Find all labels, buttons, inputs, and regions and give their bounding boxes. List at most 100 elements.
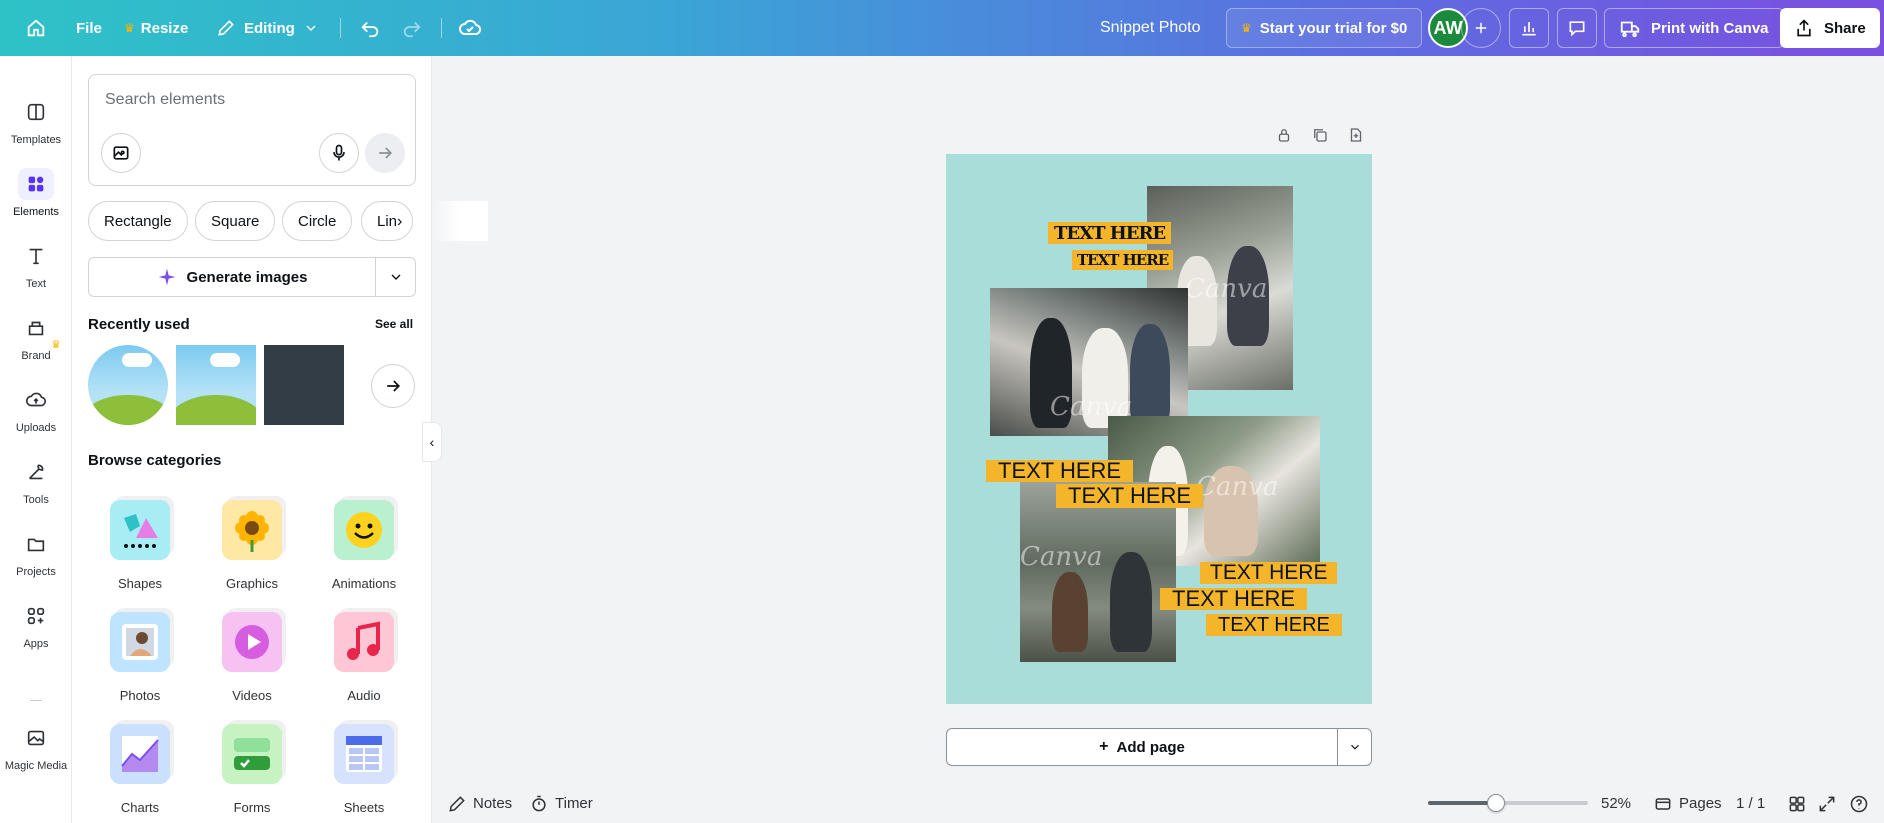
collage-photo[interactable]: Canva: [990, 288, 1188, 436]
rail-item-brand[interactable]: Brand: [0, 306, 72, 368]
print-with-canva-button[interactable]: Print with Canva: [1604, 8, 1784, 48]
recent-item-square[interactable]: [176, 345, 256, 425]
add-page-icon: [1350, 128, 1362, 142]
duplicate-icon: [1314, 129, 1327, 142]
category-animations[interactable]: Animations: [314, 498, 414, 598]
top-bar: File ♛ Resize Editing Snippet Photo ♛ St…: [0, 0, 1884, 56]
rail-item-projects[interactable]: Projects: [0, 522, 72, 584]
file-menu-button[interactable]: File: [66, 8, 112, 48]
voice-search-button[interactable]: [319, 133, 359, 173]
timer-button[interactable]: Timer: [529, 784, 593, 823]
toolbar-divider: [340, 18, 341, 38]
notes-button[interactable]: Notes: [447, 784, 512, 823]
microphone-icon: [333, 144, 345, 161]
rail-item-magic-media[interactable]: Magic Media: [0, 716, 72, 778]
crown-icon: ♛: [124, 21, 135, 35]
image-search-button[interactable]: [101, 133, 141, 173]
pages-button[interactable]: Pages: [1653, 784, 1722, 823]
text-here-tag[interactable]: TEXT HERE: [986, 458, 1134, 483]
rail-item-elements[interactable]: Elements: [0, 162, 72, 224]
sheet-icon: [346, 736, 382, 772]
resize-label: Resize: [140, 19, 189, 37]
rail-item-tools[interactable]: Tools: [0, 450, 72, 512]
add-page-options-button[interactable]: [1337, 728, 1372, 766]
rail-label: Elements: [13, 206, 59, 218]
category-audio[interactable]: Audio: [314, 610, 414, 710]
zoom-level-button[interactable]: 52%: [1601, 784, 1631, 823]
document-title[interactable]: Snippet Photo: [1090, 8, 1211, 48]
insights-button[interactable]: [1509, 8, 1549, 48]
add-page-top-button[interactable]: [1344, 123, 1368, 147]
text-here-tag[interactable]: TEXT HERE: [1206, 614, 1342, 636]
save-status-button[interactable]: [452, 8, 488, 48]
recent-item-dark-square[interactable]: [264, 345, 344, 425]
category-graphics[interactable]: Graphics: [202, 498, 302, 598]
category-label: Sheets: [343, 800, 385, 815]
browse-categories-title: Browse categories: [88, 452, 222, 469]
left-rail: Templates Elements Text Brand ♛ Uploads …: [0, 56, 72, 823]
category-forms[interactable]: Forms: [202, 722, 302, 822]
comments-button[interactable]: [1557, 8, 1597, 48]
elements-icon: [28, 176, 44, 192]
search-input[interactable]: [89, 75, 415, 125]
generate-images-button[interactable]: Generate images: [88, 257, 376, 297]
chip-square[interactable]: Square: [195, 201, 276, 241]
rail-item-uploads[interactable]: Uploads: [0, 378, 72, 440]
smiley-icon: [346, 512, 382, 548]
category-charts[interactable]: Charts: [90, 722, 190, 822]
collapse-panel-button[interactable]: ‹: [422, 422, 442, 462]
rail-item-apps[interactable]: Apps: [0, 594, 72, 656]
text-here-tag[interactable]: TEXT HERE: [1200, 561, 1338, 584]
chip-circle[interactable]: Circle: [282, 201, 353, 241]
design-page[interactable]: Canva Canva Canva Canva TEXT HERE TEXT H…: [946, 154, 1372, 704]
rail-label: Apps: [23, 638, 49, 650]
category-label: Charts: [120, 800, 160, 815]
see-all-link[interactable]: See all: [375, 317, 413, 331]
start-trial-button[interactable]: ♛ Start your trial for $0: [1226, 8, 1423, 48]
bar-chart-icon: [1522, 22, 1536, 36]
category-sheets[interactable]: Sheets: [314, 722, 414, 822]
recent-item-circle[interactable]: [88, 345, 168, 425]
rail-item-templates[interactable]: Templates: [0, 90, 72, 152]
search-submit-button[interactable]: [365, 133, 405, 173]
lock-icon: [1278, 129, 1290, 142]
chip-rectangle[interactable]: Rectangle: [88, 201, 188, 241]
zoom-slider[interactable]: [1428, 794, 1588, 812]
editing-label: Editing: [244, 19, 295, 37]
fullscreen-button[interactable]: [1817, 784, 1837, 823]
redo-button[interactable]: [394, 8, 430, 48]
duplicate-page-button[interactable]: [1308, 123, 1332, 147]
page-indicator: 1 / 1: [1736, 795, 1766, 812]
text-here-tag[interactable]: TEXT HERE: [1056, 483, 1204, 508]
resize-button[interactable]: ♛ Resize: [114, 8, 198, 48]
timer-icon: [532, 795, 546, 811]
add-page-button[interactable]: + Add page: [946, 728, 1338, 766]
chip-line[interactable]: Lin: [361, 201, 414, 241]
photo-icon: [122, 624, 158, 660]
category-videos[interactable]: Videos: [202, 610, 302, 710]
category-shapes[interactable]: Shapes: [90, 498, 190, 598]
rail-label: Projects: [16, 566, 56, 578]
grid-view-button[interactable]: [1787, 784, 1807, 823]
text-here-tag[interactable]: TEXT HERE: [1048, 222, 1172, 244]
editing-mode-dropdown[interactable]: Editing: [206, 8, 329, 48]
category-label: Shapes: [117, 576, 163, 591]
recent-next-button[interactable]: [371, 364, 415, 408]
chevron-right-icon[interactable]: ›: [397, 213, 402, 231]
arrow-right-icon: [379, 147, 393, 159]
undo-button[interactable]: [352, 8, 388, 48]
sunflower-icon: [235, 511, 269, 552]
text-here-tag[interactable]: TEXT HERE: [1072, 250, 1174, 270]
share-button[interactable]: Share: [1780, 8, 1880, 48]
collage-photo[interactable]: Canva: [1020, 482, 1176, 662]
category-photos[interactable]: Photos: [90, 610, 190, 710]
add-collaborator-button[interactable]: [1461, 8, 1501, 48]
chevron-down-icon: [306, 25, 316, 31]
text-here-tag[interactable]: TEXT HERE: [1160, 586, 1308, 611]
help-button[interactable]: [1849, 784, 1869, 823]
rail-item-text[interactable]: Text: [0, 234, 72, 296]
magic-media-icon: [27, 730, 45, 746]
home-button[interactable]: [16, 8, 56, 48]
generate-options-button[interactable]: [375, 257, 416, 297]
lock-page-button[interactable]: [1272, 123, 1296, 147]
